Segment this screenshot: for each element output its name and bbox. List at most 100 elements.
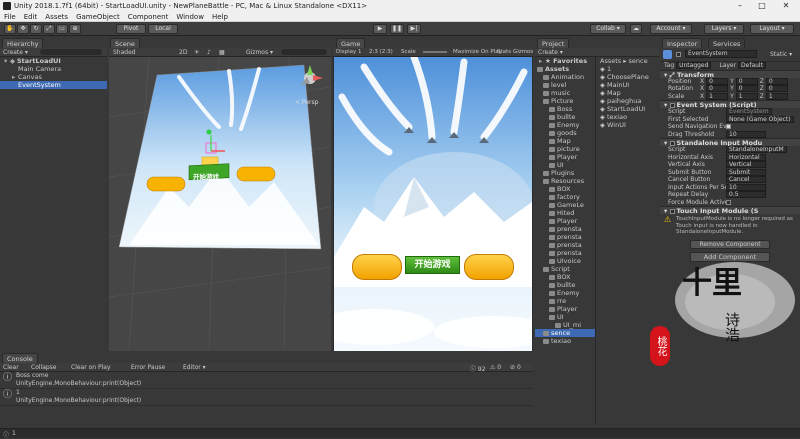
project-folder-item[interactable]: UI [535,161,595,169]
project-folder-item[interactable]: GameLe [535,201,595,209]
console-count-error-icon[interactable]: ⊘ 0 [510,364,521,371]
persp-label[interactable]: < Persp [295,99,318,106]
menu-gameobject[interactable]: GameObject [72,13,124,21]
hierarchy-item[interactable]: Main Camera [0,65,107,73]
console-entry[interactable]: ⓘ 1 UnityEngine.MonoBehaviour:print(Object… [0,389,533,406]
scale-slider[interactable] [423,51,447,53]
transform-z-field[interactable]: 0 [765,77,788,85]
project-folder-item[interactable]: Boss [535,105,595,113]
send-navigation-checkbox[interactable] [726,124,731,129]
object-name-field[interactable]: EventSystem [685,50,757,58]
maximize-button[interactable]: □ [752,0,772,12]
transform-y-field[interactable]: 0 [735,85,758,92]
project-folder-item[interactable]: Enemy [535,289,595,297]
stats-toggle[interactable]: Stats [497,49,511,55]
hierarchy-item[interactable]: ▸ Canvas [0,73,107,81]
pivot-toggle[interactable]: Pivot [116,24,146,34]
project-file-item[interactable]: ◈ MainUI [596,81,659,89]
project-folder-item[interactable]: rre [535,297,595,305]
rect-tool-icon[interactable]: ▭ [56,24,68,34]
play-button-icon[interactable]: ▶ [373,24,387,34]
start-game-button[interactable]: 开始游戏 [405,256,460,274]
collab-button[interactable]: Collab ▾ [590,24,626,34]
tag-dropdown[interactable]: Untagged [676,62,712,69]
layers-dropdown[interactable]: Layers ▾ [704,24,744,34]
standalone-row-field[interactable]: Cancel [726,176,766,183]
menu-window[interactable]: Window [172,13,208,21]
project-folder-item[interactable]: texiao [535,337,595,345]
scene-gizmos-dropdown[interactable]: Gizmos ▾ [246,49,273,56]
standalone-row-field[interactable]: StandaloneInputM [726,146,787,153]
game-gizmos-toggle[interactable]: Gizmos [513,49,533,55]
project-folder-item[interactable]: factory [535,193,595,201]
layout-dropdown[interactable]: Layout ▾ [750,24,794,34]
transform-x-field[interactable]: 1 [706,92,729,100]
maximize-on-play-toggle[interactable]: Maximize On Play [453,49,502,55]
close-button[interactable]: ✕ [776,0,796,12]
console-clearbutton[interactable]: Clear [3,364,19,371]
project-file-item[interactable]: ◈ WinUI [596,121,659,129]
force-module-checkbox[interactable] [726,199,731,205]
transform-header[interactable]: ▾ ⤢ Transform [660,69,800,79]
project-file-item[interactable]: ◈ ChoosePlane [596,73,659,81]
project-folder-item[interactable]: Player [535,305,595,313]
project-folder-item[interactable]: Hited [535,209,595,217]
project-folder-item[interactable]: Animation [535,73,595,81]
tab-hierarchy[interactable]: Hierarchy [2,38,44,48]
game-view[interactable]: 开始游戏 [333,57,533,351]
project-folder-item[interactable]: prensta [535,249,595,257]
step-button-icon[interactable]: ▶| [407,24,421,34]
project-folder-item[interactable]: goods [535,129,595,137]
drag-threshold-field[interactable]: 10 [726,130,766,138]
scene-search-input[interactable] [281,49,327,55]
project-folder-item[interactable]: prensta [535,233,595,241]
console-count-warning-icon[interactable]: ⚠ 0 [490,364,501,371]
project-folder-item[interactable]: Player [535,217,595,225]
layer-dropdown[interactable]: Default [738,62,766,69]
audio-icon[interactable]: ♪ [207,49,211,56]
project-folder-item[interactable]: bullte [535,281,595,289]
hierarchy-search-input[interactable] [40,49,102,55]
project-folder-item[interactable]: BOX [535,273,595,281]
hierarchy-item[interactable]: EventSystem [0,81,107,89]
project-file-item[interactable]: ◈ 1 [596,65,659,73]
local-toggle[interactable]: Local [148,24,178,34]
project-folder-item[interactable]: Map [535,137,595,145]
touch-input-header[interactable]: ▾ Touch Input Module (S [660,206,800,215]
standalone-input-header[interactable]: ▾ Standalone Input Modu [660,138,800,147]
menu-edit[interactable]: Edit [20,13,42,21]
project-folder-item[interactable]: Resources [535,177,595,185]
minimize-button[interactable]: – [730,0,750,12]
project-folder-item[interactable]: music [535,89,595,97]
pause-button-icon[interactable]: ❚❚ [390,24,404,34]
project-folder-item[interactable]: bullte [535,113,595,121]
transform-x-field[interactable]: 0 [706,77,729,85]
hierarchy-create-button[interactable]: Create ▾ [3,49,28,56]
shading-mode-dropdown[interactable]: Shaded [113,49,136,56]
hierarchy-item[interactable]: ▾ ◆ StartLoadUI [0,57,107,65]
rotate-tool-icon[interactable]: ↻ [30,24,42,34]
project-folder-item[interactable]: prensta [535,241,595,249]
game-left-yellow-button[interactable] [352,254,402,280]
2d-toggle[interactable]: 2D [179,49,187,56]
menu-help[interactable]: Help [208,13,232,21]
favorites-header[interactable]: ▸ ★ Favorites [535,57,595,65]
cloud-icon[interactable]: ☁ [630,24,642,34]
tab-scene[interactable]: Scene [110,38,140,48]
game-right-yellow-button[interactable] [464,254,514,280]
project-folder-item[interactable]: UI [535,313,595,321]
project-file-item[interactable]: ◈ StartLoadUI [596,105,659,113]
tab-inspector[interactable]: Inspector [662,38,703,48]
transform-z-field[interactable]: 0 [765,85,788,92]
project-folder-item[interactable]: Script [535,265,595,273]
project-create-button[interactable]: Create ▾ [538,49,563,56]
static-dropdown[interactable]: Static ▾ [770,51,792,58]
effects-icon[interactable]: ▦ [219,49,225,56]
tab-console[interactable]: Console [2,353,38,363]
console-collapsebutton[interactable]: Collapse [31,364,57,371]
standalone-row-field[interactable]: 0.5 [726,191,766,198]
transform-y-field[interactable]: 0 [735,77,758,85]
transform-z-field[interactable]: 1 [765,92,788,100]
lighting-icon[interactable]: ☀ [194,49,199,56]
console-editor-button[interactable]: Editor ▾ [183,364,206,371]
